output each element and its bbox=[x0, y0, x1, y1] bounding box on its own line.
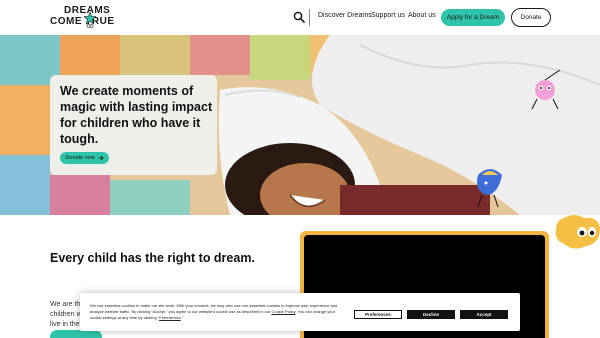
yellow-character-icon bbox=[555, 215, 600, 249]
donate-now-label: Donate now bbox=[65, 155, 95, 161]
section-title: Every child has the right to dream. bbox=[50, 251, 255, 265]
logo[interactable]: DREAMS COME TRUE bbox=[50, 5, 132, 31]
cookie-policy-link[interactable]: Cookie Policy bbox=[271, 309, 295, 314]
cookie-decline-button[interactable]: Decline bbox=[407, 310, 455, 319]
site-header: DREAMS COME TRUE Discover Dreams Support… bbox=[0, 0, 600, 35]
logo-line2: COME TRUE bbox=[50, 16, 115, 27]
donate-now-button[interactable]: Donate now bbox=[60, 152, 109, 164]
cookie-preferences-button[interactable]: Preferences bbox=[354, 310, 402, 319]
nav-discover-dreams[interactable]: Discover Dreams bbox=[318, 12, 372, 19]
cookie-text: We use essential cookies to make our sit… bbox=[90, 303, 342, 322]
arrow-right-icon bbox=[98, 155, 104, 161]
hero-card: We create moments of magic with lasting … bbox=[50, 75, 217, 175]
cookie-banner: We use essential cookies to make our sit… bbox=[80, 293, 520, 331]
nav-about-us[interactable]: About us bbox=[408, 12, 436, 19]
cookie-preferences-link[interactable]: Preferences bbox=[159, 315, 181, 320]
hero-heading: We create moments of magic with lasting … bbox=[60, 84, 213, 146]
star-logo-icon bbox=[84, 12, 96, 28]
apply-for-a-dream-button[interactable]: Apply for a Dream bbox=[441, 9, 505, 26]
nav-support-us[interactable]: Support us bbox=[371, 12, 405, 19]
page: DREAMS COME TRUE Discover Dreams Support… bbox=[0, 0, 600, 338]
cookie-text-part: .” bbox=[180, 315, 184, 321]
section-button[interactable] bbox=[50, 330, 102, 338]
hero-section: We create moments of magic with lasting … bbox=[0, 35, 600, 215]
search-icon[interactable] bbox=[293, 11, 305, 23]
header-divider bbox=[309, 9, 310, 26]
donate-button[interactable]: Donate bbox=[511, 8, 551, 27]
cookie-accept-button[interactable]: Accept bbox=[460, 310, 508, 319]
